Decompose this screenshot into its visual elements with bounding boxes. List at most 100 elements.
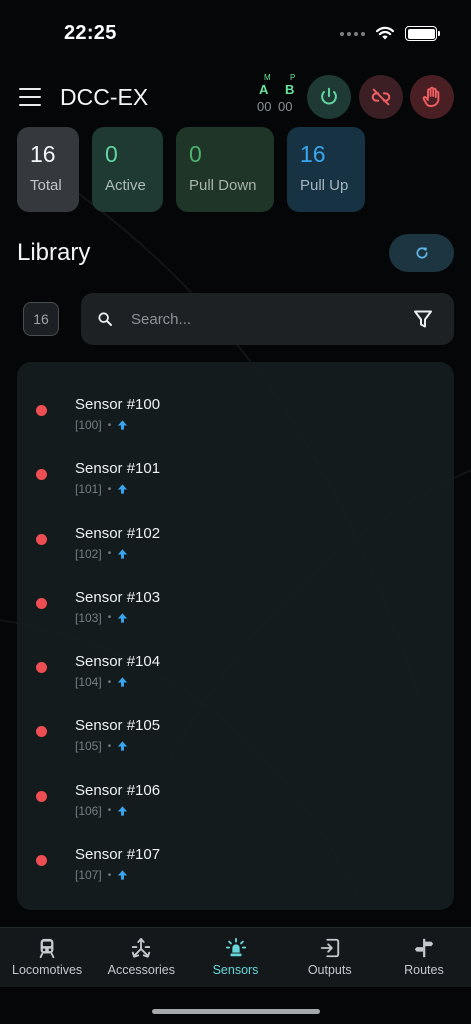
- nav-sensors[interactable]: Sensors: [188, 928, 282, 987]
- meta-separator: •: [107, 419, 112, 431]
- pull-up-arrow-icon: [118, 613, 128, 623]
- link-off-icon: [371, 88, 391, 106]
- sensor-id: [100]: [75, 418, 102, 432]
- app-header: DCC-EX M A 00 P B 00: [0, 70, 471, 126]
- track-b-value: 00: [278, 99, 293, 114]
- stat-card-pull-down[interactable]: 0 Pull Down: [176, 127, 274, 212]
- filter-icon[interactable]: [411, 307, 435, 331]
- sensor-icon: [225, 937, 246, 957]
- sensor-id: [104]: [75, 675, 102, 690]
- bottom-nav: Locomotives Accessories Sensors Outputs …: [0, 927, 471, 987]
- pull-up-arrow-icon: [118, 549, 128, 559]
- nav-routes[interactable]: Routes: [377, 928, 471, 987]
- sensor-list-item[interactable]: Sensor #106 [106] •: [17, 765, 454, 829]
- sensor-meta: [102] •: [75, 547, 128, 561]
- meta-separator: •: [107, 612, 112, 624]
- sensor-id: [103]: [75, 610, 102, 625]
- meta-separator: •: [107, 548, 112, 560]
- pull-up-arrow-icon: [118, 484, 128, 494]
- meta-separator: •: [107, 483, 112, 495]
- sensor-list-item[interactable]: Sensor #101 [101] •: [17, 443, 454, 507]
- sensor-list-item[interactable]: Sensor #105 [105] •: [17, 700, 454, 764]
- search-icon: [98, 312, 112, 326]
- status-icons: [340, 26, 440, 41]
- pull-up-arrow-icon: [118, 870, 128, 880]
- emergency-stop-button[interactable]: [410, 75, 454, 119]
- sensor-meta: [103] •: [75, 611, 128, 625]
- sensor-id: [105]: [75, 739, 102, 754]
- sensor-status-dot: [36, 405, 47, 416]
- stat-pull-down-value: 0: [189, 141, 202, 167]
- accessories-icon: [132, 937, 151, 958]
- sensor-id: [107]: [75, 868, 102, 883]
- sensor-name: Sensor #107: [75, 846, 161, 864]
- stat-pull-down-label: Pull Down: [189, 177, 257, 194]
- sensor-status-dot: [36, 855, 47, 867]
- sensor-status-dot: [36, 790, 47, 802]
- stat-card-pull-up[interactable]: 16 Pull Up: [287, 127, 365, 212]
- sensor-meta: [101] •: [75, 482, 128, 496]
- sensor-status-dot: [36, 533, 47, 545]
- stat-card-active[interactable]: 0 Active: [92, 127, 163, 212]
- sensor-list-item[interactable]: Sensor #107 [107] •: [17, 829, 454, 893]
- sensor-status-dot: [36, 726, 47, 738]
- signal-icon: [340, 31, 365, 36]
- sensor-id: [102]: [75, 546, 102, 561]
- signpost-icon: [414, 938, 434, 958]
- track-a-mode: M: [264, 73, 271, 82]
- sensor-name: Sensor #104: [75, 653, 161, 671]
- pull-up-arrow-icon: [118, 741, 128, 752]
- nav-outputs[interactable]: Outputs: [283, 928, 377, 987]
- meta-separator: •: [107, 740, 112, 752]
- sensor-status-dot: [36, 469, 47, 481]
- train-icon: [39, 938, 55, 959]
- sensor-list-item[interactable]: Sensor #104 [104] •: [17, 636, 454, 700]
- nav-label: Accessories: [107, 963, 175, 977]
- power-icon: [321, 87, 337, 105]
- meta-separator: •: [107, 805, 112, 817]
- track-a-label: A: [259, 82, 269, 97]
- sensor-meta: [100] •: [75, 418, 128, 432]
- nav-label: Routes: [404, 963, 444, 977]
- wifi-icon: [376, 26, 394, 40]
- library-title: Library: [17, 239, 91, 266]
- sensor-id: [101]: [75, 482, 102, 497]
- search-input[interactable]: [131, 305, 401, 333]
- sensor-list-item[interactable]: Sensor #102 [102] •: [17, 508, 454, 572]
- sensor-name: Sensor #102: [75, 524, 161, 542]
- stat-pull-up-value: 16: [300, 141, 326, 167]
- nav-label: Sensors: [212, 963, 259, 977]
- power-button[interactable]: [307, 75, 351, 119]
- stat-total-value: 16: [30, 141, 56, 167]
- meta-separator: •: [107, 676, 112, 688]
- sensor-list: Sensor #100 [100] • Sensor #101 [101] • …: [17, 362, 454, 910]
- app-title: DCC-EX: [60, 84, 149, 110]
- stat-total-label: Total: [30, 177, 62, 194]
- battery-icon: [405, 26, 440, 41]
- sensor-count-badge: 16: [23, 302, 59, 336]
- nav-locomotives[interactable]: Locomotives: [0, 928, 94, 987]
- sensor-meta: [104] •: [75, 675, 128, 689]
- sensor-name: Sensor #101: [75, 460, 161, 478]
- output-icon: [320, 938, 339, 958]
- stat-card-total[interactable]: 16 Total: [17, 127, 79, 212]
- status-bar: 22:25: [0, 0, 471, 68]
- pull-up-arrow-icon: [118, 677, 128, 687]
- sensor-list-item[interactable]: Sensor #103 [103] •: [17, 572, 454, 636]
- nav-label: Outputs: [307, 963, 352, 977]
- stat-active-label: Active: [105, 177, 146, 194]
- sensor-meta: [107] •: [75, 868, 128, 882]
- sensor-meta: [105] •: [75, 739, 128, 753]
- refresh-button[interactable]: [389, 234, 454, 272]
- sensor-list-item[interactable]: Sensor #100 [100] •: [17, 379, 454, 443]
- nav-label: Locomotives: [12, 963, 83, 977]
- menu-button[interactable]: [18, 85, 42, 109]
- refresh-icon: [415, 247, 428, 259]
- disconnect-button[interactable]: [359, 75, 403, 119]
- sensor-name: Sensor #106: [75, 781, 161, 799]
- sensor-meta: [106] •: [75, 804, 128, 818]
- home-indicator[interactable]: [152, 1009, 320, 1014]
- track-status: M A 00 P B 00: [256, 72, 298, 116]
- stat-active-value: 0: [105, 141, 118, 167]
- nav-accessories[interactable]: Accessories: [94, 928, 188, 987]
